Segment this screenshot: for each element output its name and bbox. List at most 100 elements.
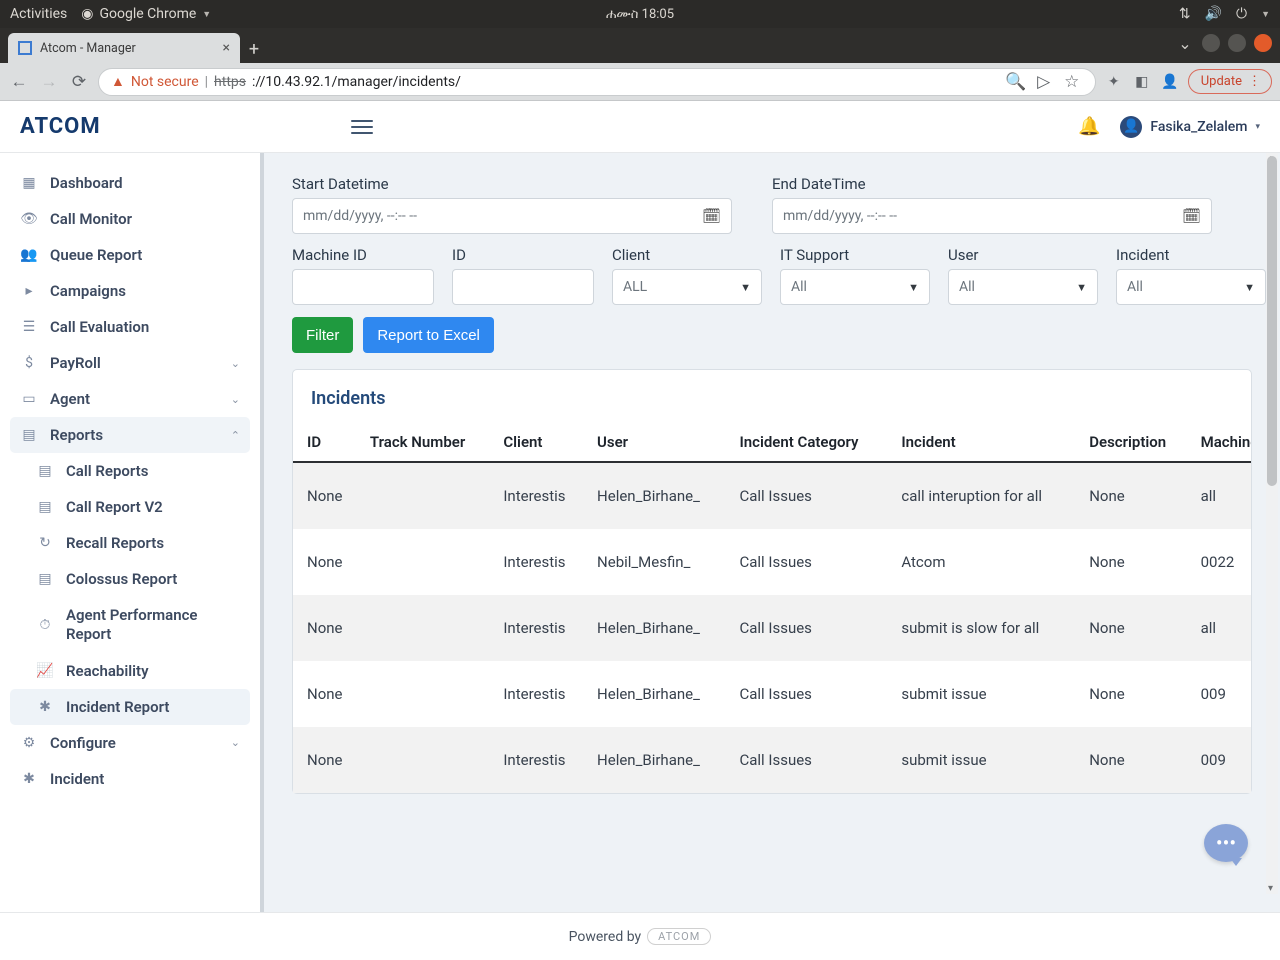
vertical-scrollbar[interactable]: ▴ ▾ [1266, 153, 1278, 894]
app-logo[interactable]: ATCOM [20, 114, 101, 139]
active-app[interactable]: ◉ Google Chrome ▼ [81, 6, 211, 22]
forward-button: → [38, 72, 60, 92]
profile-icon[interactable]: 👤 [1160, 74, 1180, 90]
scroll-down-icon[interactable]: ▾ [1268, 883, 1273, 894]
sidebar-item-reports[interactable]: ▤Reports⌃ [10, 417, 250, 453]
chevron-down-icon: ▼ [202, 9, 211, 20]
cell-client: Interestis [495, 727, 589, 793]
power-icon[interactable]: ⏻ [1236, 6, 1247, 22]
sidebar-item-label: Call Evaluation [50, 318, 149, 336]
browser-tab[interactable]: Atcom - Manager × [8, 33, 240, 63]
chat-widget-button[interactable]: ••• [1204, 824, 1248, 862]
table-row[interactable]: NoneInterestisNebil_Mesfin_Call IssuesAt… [293, 529, 1251, 595]
sidebar-item-configure[interactable]: ⚙Configure⌄ [10, 725, 250, 761]
start-datetime-input[interactable]: mm/dd/yyyy, --:-- -- 🗓 [292, 198, 732, 234]
select-value: All [791, 279, 807, 295]
table-row[interactable]: NoneInterestisHelen_Birhane_Call Issuesc… [293, 462, 1251, 529]
sidebar-item-payroll[interactable]: $PayRoll⌄ [10, 345, 250, 381]
scroll-thumb[interactable] [1267, 156, 1277, 486]
reload-button[interactable]: ⟳ [68, 72, 90, 92]
address-bar[interactable]: ▲ Not secure | https://10.43.92.1/manage… [98, 68, 1096, 96]
sidebar-item-call-reports[interactable]: ▤Call Reports [10, 453, 250, 489]
network-icon[interactable]: ⇅ [1179, 6, 1191, 22]
sidebar-item-dashboard[interactable]: ▦Dashboard [10, 165, 250, 201]
sidebar-item-incident-report[interactable]: ✱ Incident Report [10, 689, 250, 725]
report-icon: ▤ [20, 427, 38, 443]
tab-title: Atcom - Manager [40, 41, 136, 56]
sidebar-item-campaigns[interactable]: ▸ Campaigns [10, 273, 250, 309]
cell-user: Helen_Birhane_ [589, 661, 731, 727]
kebab-icon: ⋮ [1248, 74, 1261, 89]
sidebar-item-agent[interactable]: ▭Agent⌄ [10, 381, 250, 417]
table-row[interactable]: NoneInterestisHelen_Birhane_Call Issuess… [293, 661, 1251, 727]
chevron-down-icon: ▼ [1076, 281, 1087, 294]
sidebar-item-reachability[interactable]: 📈Reachability [10, 653, 250, 689]
sidebar-item-label: Agent Performance Report [66, 606, 216, 644]
sidebar-item-call-report-v2[interactable]: ▤Call Report V2 [10, 489, 250, 525]
sidebar-item-call-monitor[interactable]: 👁Call Monitor [10, 201, 250, 237]
incident-select[interactable]: All▼ [1116, 269, 1266, 305]
incidents-table-wrapper[interactable]: ID Track Number Client User Incident Cat… [293, 423, 1251, 793]
sidebar-item-incident[interactable]: ✱Incident [10, 761, 250, 797]
sidebar-item-call-evaluation[interactable]: ☰Call Evaluation [10, 309, 250, 345]
send-icon[interactable]: ▷ [1033, 72, 1055, 92]
client-select[interactable]: ALL▼ [612, 269, 762, 305]
zoom-icon[interactable]: 🔍 [1005, 72, 1027, 92]
report-to-excel-button[interactable]: Report to Excel [363, 317, 494, 353]
maximize-button[interactable] [1228, 34, 1246, 52]
sidepanel-icon[interactable]: ◧ [1132, 74, 1152, 90]
update-button[interactable]: Update ⋮ [1188, 69, 1272, 94]
col-category: Incident Category [731, 423, 893, 462]
refresh-icon: ↻ [36, 535, 54, 551]
cell-client: Interestis [495, 462, 589, 529]
chevron-down-icon[interactable]: ▼ [1261, 9, 1270, 20]
new-tab-button[interactable]: + [240, 35, 268, 63]
sidebar-item-label: Campaigns [50, 282, 126, 300]
table-row[interactable]: NoneInterestisHelen_Birhane_Call Issuess… [293, 727, 1251, 793]
end-datetime-label: End DateTime [772, 175, 1212, 193]
cell-cat: Call Issues [731, 661, 893, 727]
filter-button[interactable]: Filter [292, 317, 353, 353]
cell-client: Interestis [495, 661, 589, 727]
minimize-button[interactable] [1202, 34, 1220, 52]
doc-icon: ▤ [36, 571, 54, 587]
tab-favicon [18, 41, 32, 55]
col-user: User [589, 423, 731, 462]
id-input[interactable] [452, 269, 594, 305]
col-id: ID [293, 423, 362, 462]
menu-toggle-button[interactable] [351, 120, 373, 134]
chevron-down-icon[interactable]: ⌄ [1176, 34, 1194, 52]
activities-label[interactable]: Activities [10, 6, 67, 22]
sidebar-item-label: Call Reports [66, 462, 148, 480]
flag-icon: ▸ [20, 283, 38, 299]
extensions-icon[interactable]: ✦ [1104, 74, 1124, 90]
clock[interactable]: ሐሙስ 18:05 [606, 7, 674, 22]
tab-close-icon[interactable]: × [223, 40, 230, 56]
itsupport-select[interactable]: All▼ [780, 269, 930, 305]
select-value: All [959, 279, 975, 295]
cell-id: None [293, 595, 362, 661]
calendar-icon[interactable]: 🗓 [702, 207, 721, 225]
sidebar-item-recall-reports[interactable]: ↻Recall Reports [10, 525, 250, 561]
bookmark-icon[interactable]: ☆ [1061, 72, 1083, 92]
bug-icon: ✱ [36, 699, 54, 715]
input-placeholder: mm/dd/yyyy, --:-- -- [303, 208, 417, 224]
user-select[interactable]: All ▼ [948, 269, 1098, 305]
chevron-down-icon: ⌄ [231, 393, 240, 406]
volume-icon[interactable]: 🔊 [1205, 6, 1222, 22]
table-row[interactable]: NoneInterestisHelen_Birhane_Call Issuess… [293, 595, 1251, 661]
cell-machine: 0022 [1193, 529, 1251, 595]
sidebar-item-queue-report[interactable]: 👥Queue Report [10, 237, 250, 273]
user-menu[interactable]: 👤 Fasika_Zelalem ▾ [1120, 116, 1260, 138]
sidebar-item-label: Incident Report [66, 698, 169, 716]
sidebar-item-label: Dashboard [50, 174, 123, 192]
machine-id-input[interactable] [292, 269, 434, 305]
end-datetime-input[interactable]: mm/dd/yyyy, --:-- -- 🗓 [772, 198, 1212, 234]
calendar-icon[interactable]: 🗓 [1182, 207, 1201, 225]
back-button[interactable]: ← [8, 72, 30, 92]
sidebar-item-colossus-report[interactable]: ▤Colossus Report [10, 561, 250, 597]
sidebar-item-agent-performance[interactable]: ⏱Agent Performance Report [10, 597, 250, 653]
notifications-icon[interactable]: 🔔 [1078, 116, 1100, 137]
close-window-button[interactable] [1254, 34, 1272, 52]
select-value: All [1127, 279, 1143, 295]
